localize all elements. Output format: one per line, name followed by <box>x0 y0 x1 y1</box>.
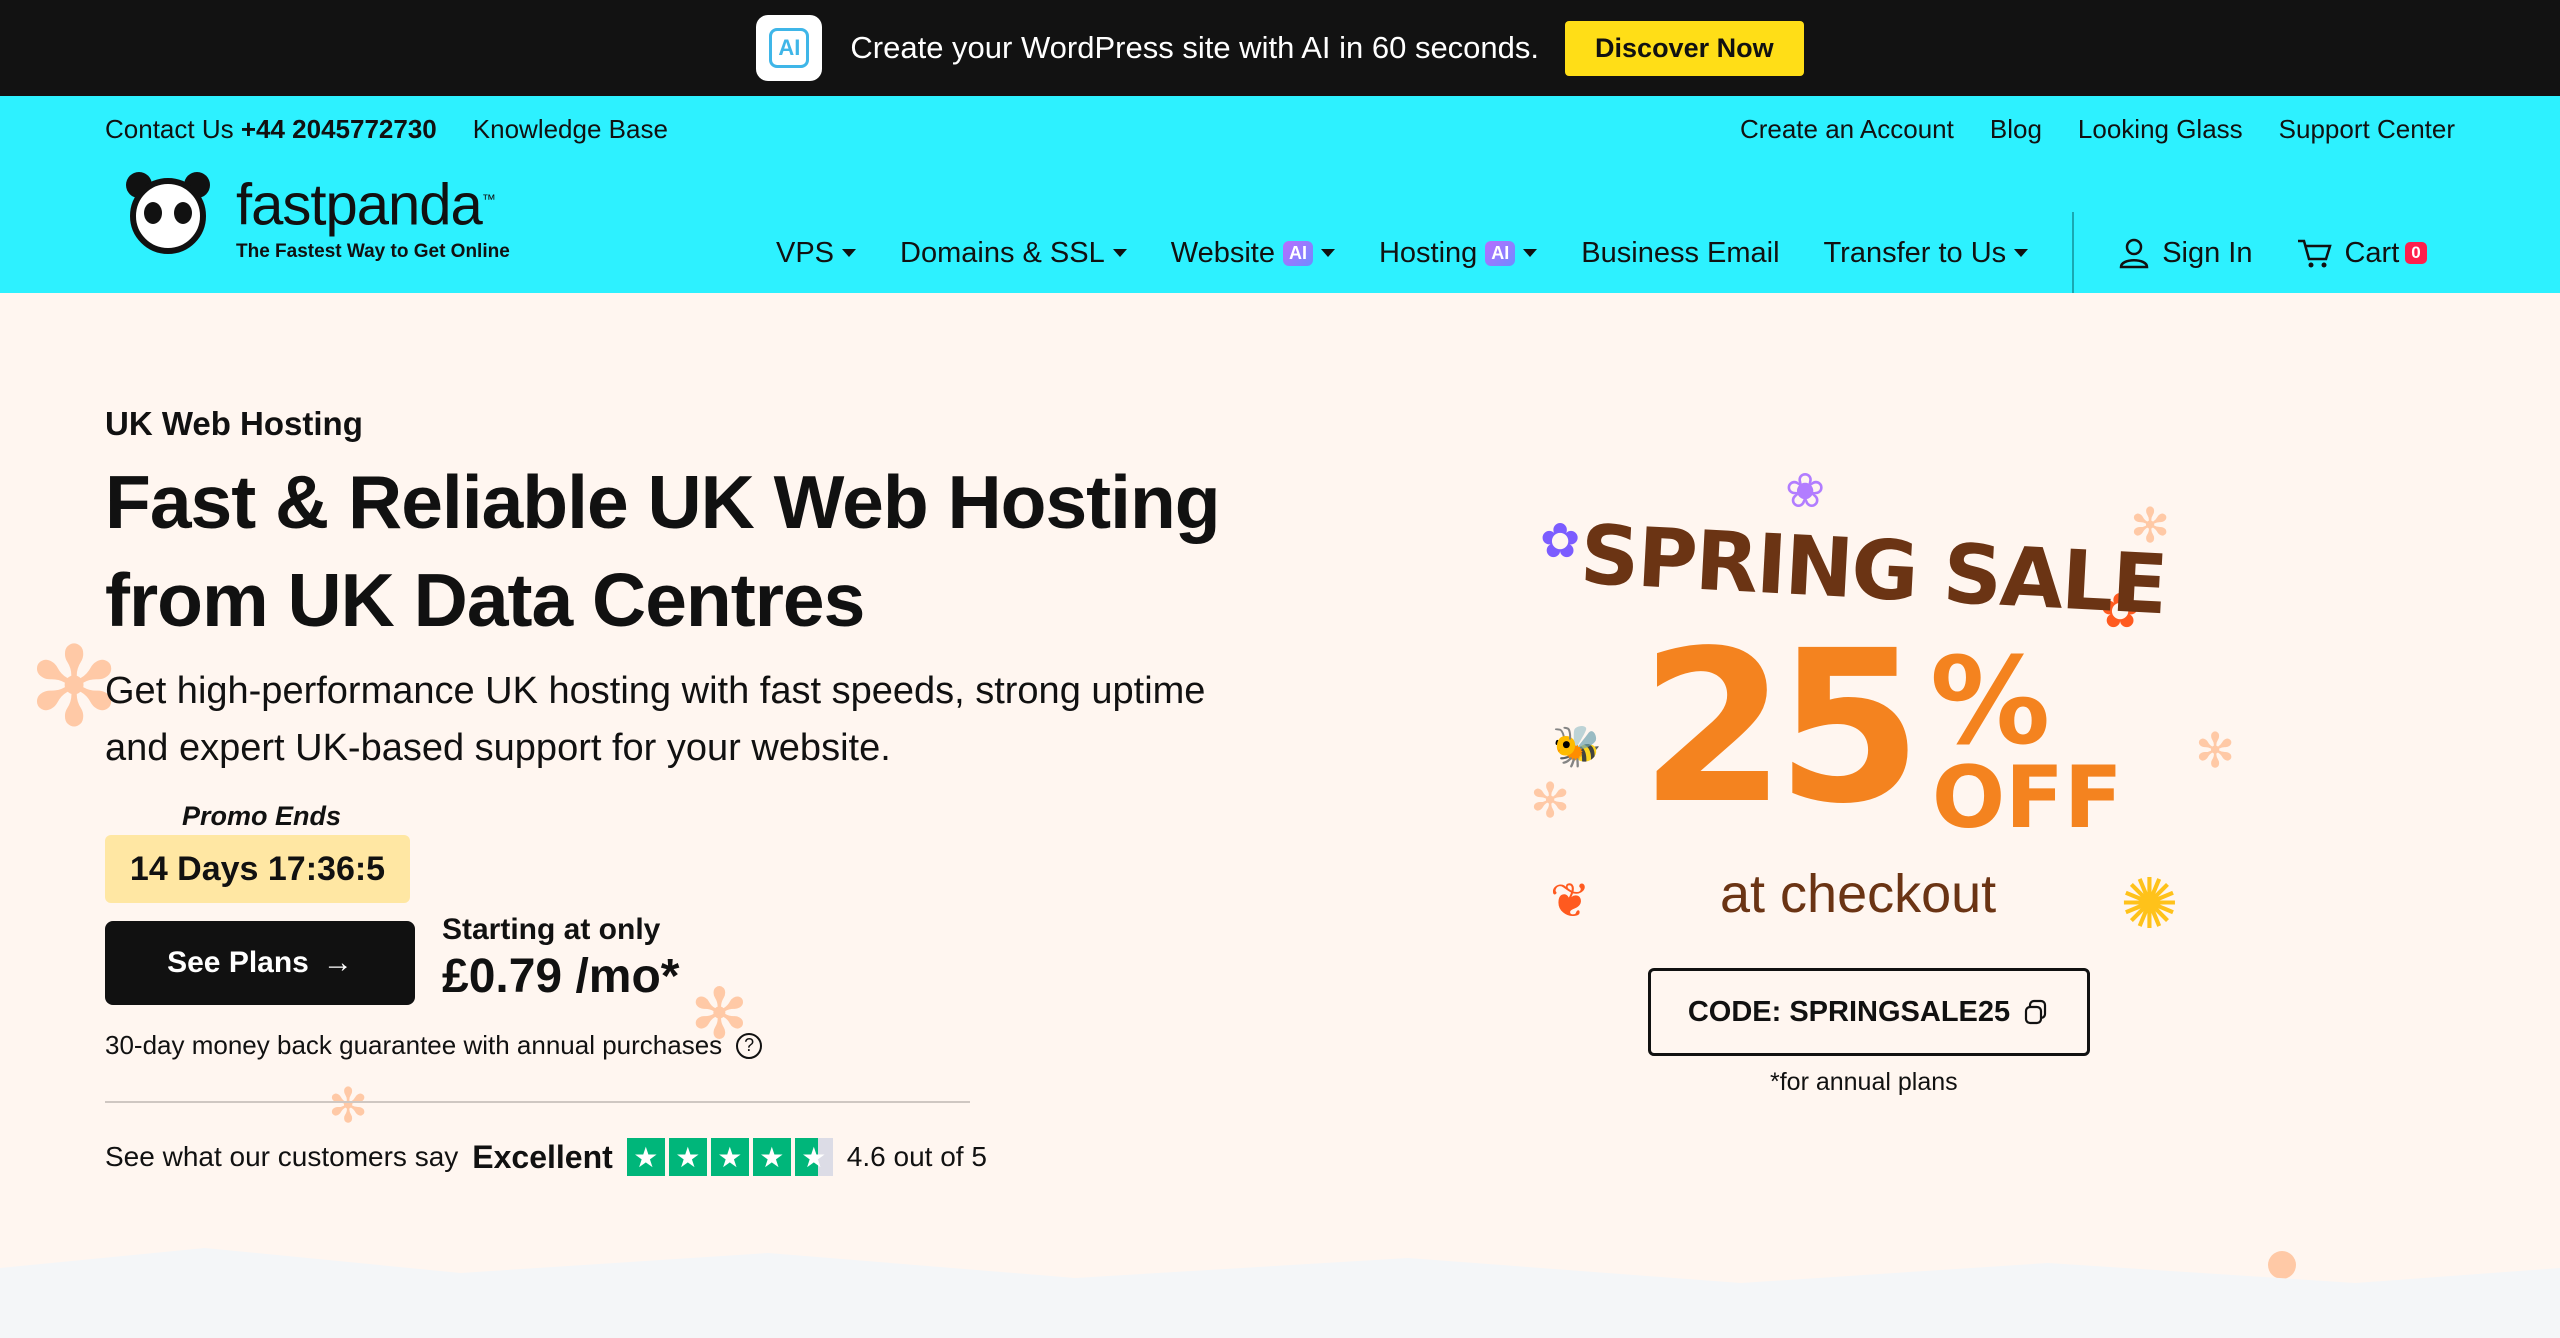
contact-us[interactable]: Contact Us +44 2045772730 <box>105 114 437 145</box>
sign-in-button[interactable]: Sign In <box>2118 237 2252 270</box>
nav-transfer[interactable]: Transfer to Us <box>1824 237 2029 270</box>
star-icon: ★ <box>626 1138 665 1176</box>
sale-off: OFF <box>1932 748 2123 848</box>
guarantee-text: 30-day money back guarantee with annual … <box>105 1030 723 1060</box>
decorative-dot <box>2268 1251 2296 1279</box>
cart-count-badge: 0 <box>2405 242 2427 264</box>
sale-percent: 25 <box>1640 605 1922 850</box>
arrow-right-icon: → <box>322 946 353 979</box>
nav-divider <box>2072 212 2075 294</box>
star-half-icon: ★ <box>794 1138 833 1176</box>
ai-sparkle-icon: AI <box>756 15 823 81</box>
announcement-bar: AI Create your WordPress site with AI in… <box>0 0 2560 96</box>
blog-link[interactable]: Blog <box>1990 114 2042 145</box>
wave-divider <box>0 1248 2560 1338</box>
page-title: Fast & Reliable UK Web Hosting from UK D… <box>105 453 1305 649</box>
flower-decoration-icon: ✻ <box>1530 775 1571 828</box>
hero-eyebrow: UK Web Hosting <box>105 405 363 442</box>
flower-decoration-icon: ✻ <box>328 1080 369 1133</box>
bee-icon: 🐝 <box>1552 725 1602 769</box>
announcement-text: Create your WordPress site with AI in 60… <box>850 30 1540 65</box>
support-center-link[interactable]: Support Center <box>2279 114 2455 145</box>
nav-business-email-label: Business Email <box>1581 236 1780 269</box>
rating-word: Excellent <box>472 1138 613 1175</box>
fastpanda-logo[interactable]: fastpanda™ The Fastest Way to Get Online <box>120 168 510 264</box>
trustpilot-reviews[interactable]: See what our customers say Excellent ★ ★… <box>105 1138 987 1176</box>
promo-ends-label: Promo Ends <box>182 801 342 831</box>
user-icon <box>2119 238 2149 269</box>
see-plans-button[interactable]: See Plans → <box>105 921 415 1005</box>
tulip-icon: ❦ <box>1550 875 1591 928</box>
cart-icon <box>2298 239 2333 268</box>
cart-button[interactable]: Cart 0 <box>2296 236 2427 270</box>
promo-code-button[interactable]: CODE: SPRINGSALE25 <box>1648 968 2090 1056</box>
star-icon: ★ <box>668 1138 707 1176</box>
trademark: ™ <box>481 190 496 207</box>
main-nav: VPS Domains & SSL Website AI Hosting AI Bu… <box>776 212 2471 294</box>
logo-tagline: The Fastest Way to Get Online <box>236 241 510 263</box>
looking-glass-link[interactable]: Looking Glass <box>2078 114 2243 145</box>
star-icon: ★ <box>710 1138 749 1176</box>
ai-badge: AI <box>1485 240 1516 266</box>
subtitle-line-1: Get high-performance UK hosting with fas… <box>105 670 1206 712</box>
sign-in-label: Sign In <box>2162 236 2253 269</box>
starting-price: £0.79 /mo* <box>442 950 680 1003</box>
reviews-prefix: See what our customers say <box>105 1141 459 1172</box>
chevron-down-icon <box>842 249 857 257</box>
tulip-icon: ❀ <box>1785 465 1826 518</box>
nav-domains-ssl[interactable]: Domains & SSL <box>900 237 1127 270</box>
copy-icon <box>2025 999 2047 1025</box>
knowledge-base-link[interactable]: Knowledge Base <box>473 114 668 145</box>
logo-name: fastpanda <box>236 172 483 238</box>
contact-label: Contact Us <box>105 114 234 144</box>
nav-website-label: Website <box>1170 236 1275 269</box>
sale-checkout-text: at checkout <box>1720 864 1997 924</box>
rating-stars: ★ ★ ★ ★ ★ <box>626 1138 833 1176</box>
nav-business-email[interactable]: Business Email <box>1581 237 1779 270</box>
promo-code-text: CODE: SPRINGSALE25 <box>1687 995 2011 1028</box>
star-icon: ★ <box>752 1138 791 1176</box>
discover-now-button[interactable]: Discover Now <box>1565 20 1804 76</box>
site-header: Contact Us +44 2045772730 Knowledge Base… <box>0 96 2560 294</box>
nav-vps-label: VPS <box>776 236 835 269</box>
help-question-icon[interactable]: ? <box>736 1032 763 1059</box>
create-account-link[interactable]: Create an Account <box>1740 114 1954 145</box>
phone-number[interactable]: +44 2045772730 <box>241 114 437 144</box>
money-back-guarantee: 30-day money back guarantee with annual … <box>105 1030 763 1061</box>
divider <box>105 1101 970 1103</box>
nav-transfer-label: Transfer to Us <box>1823 236 2007 269</box>
title-line-1: Fast & Reliable UK Web Hosting <box>105 460 1221 544</box>
flower-icon: ✿ <box>1540 515 1581 568</box>
title-line-2: from UK Data Centres <box>105 558 865 642</box>
starting-at-label: Starting at only <box>442 913 661 946</box>
nav-hosting-label: Hosting <box>1378 236 1478 269</box>
flower-decoration-icon: ✻ <box>2195 725 2236 778</box>
top-utility-bar: Contact Us +44 2045772730 Knowledge Base… <box>105 114 2455 145</box>
sunflower-icon: ✺ <box>2120 865 2179 943</box>
chevron-down-icon <box>1112 249 1127 257</box>
chevron-down-icon <box>2014 249 2029 257</box>
nav-website[interactable]: Website AI <box>1171 237 1335 270</box>
hero-section: ✻ ✻ ✻ UK Web Hosting Fast & Reliable UK … <box>0 293 2560 1338</box>
chevron-down-icon <box>1523 249 1538 257</box>
panda-mascot-icon <box>120 168 216 264</box>
hero-subtitle: Get high-performance UK hosting with fas… <box>105 663 1325 777</box>
chevron-down-icon <box>1320 249 1335 257</box>
promo-countdown: 14 Days 17:36:5 <box>105 835 410 903</box>
annual-plans-note: *for annual plans <box>1770 1068 1958 1096</box>
subtitle-line-2: and expert UK-based support for your web… <box>105 727 891 769</box>
rating-score: 4.6 out of 5 <box>846 1141 987 1172</box>
nav-vps[interactable]: VPS <box>776 236 857 270</box>
see-plans-label: See Plans <box>167 946 309 979</box>
cart-label: Cart <box>2344 236 2400 269</box>
ai-badge: AI <box>1282 240 1313 266</box>
nav-hosting[interactable]: Hosting AI <box>1378 236 1538 270</box>
nav-domains-label: Domains & SSL <box>900 236 1105 269</box>
